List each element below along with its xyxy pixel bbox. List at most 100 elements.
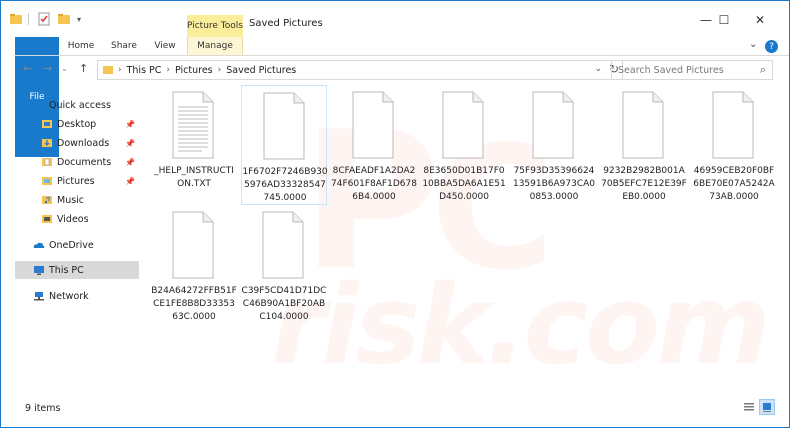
tab-share[interactable]: Share bbox=[105, 37, 143, 55]
breadcrumb-separator-icon: › bbox=[118, 65, 122, 75]
details-view-button[interactable] bbox=[741, 399, 757, 415]
blank-file-icon bbox=[442, 91, 484, 159]
documents-folder-icon bbox=[42, 158, 52, 166]
file-name: 8CFAEADF1A2DA274F601F8AF1D6786B4.0000 bbox=[331, 166, 417, 202]
file-item-encrypted-3[interactable]: 8E3650D01B17F010BBA5DA6A1E51D450.0000 bbox=[421, 85, 507, 205]
quick-access-toolbar: ▾ bbox=[9, 11, 81, 27]
ribbon-tabs: File Home Share View Manage ⌄ ? bbox=[1, 37, 789, 157]
sidebar-item-label: Pictures bbox=[57, 175, 95, 187]
recent-locations-chevron-icon[interactable]: ⌄ bbox=[61, 64, 68, 73]
folder-path-icon bbox=[103, 66, 113, 74]
sidebar-item-label: Documents bbox=[57, 156, 112, 168]
back-arrow-icon[interactable]: ← bbox=[23, 62, 32, 75]
tab-manage[interactable]: Manage bbox=[187, 37, 243, 55]
navigation-pane: Quick access Desktop 📌 Downloads 📌 Docum… bbox=[15, 91, 139, 391]
file-item-encrypted-4[interactable]: 75F93D3539662413591B6A973CA00853.0000 bbox=[511, 85, 597, 205]
file-name: 8E3650D01B17F010BBA5DA6A1E51D450.0000 bbox=[422, 166, 506, 202]
sidebar-item-videos[interactable]: Videos bbox=[41, 210, 139, 228]
pin-icon: 📌 bbox=[125, 138, 135, 148]
blank-file-icon bbox=[712, 91, 754, 159]
sidebar-item-label: Network bbox=[49, 290, 89, 302]
file-item-encrypted-2[interactable]: 8CFAEADF1A2DA274F601F8AF1D6786B4.0000 bbox=[331, 85, 417, 205]
file-name: 9232B2982B001A70B5EFC7E12E39FEB0.0000 bbox=[601, 166, 687, 202]
star-icon bbox=[34, 100, 44, 110]
pin-icon: 📌 bbox=[125, 119, 135, 129]
search-input[interactable]: Search Saved Pictures ⌕ bbox=[611, 60, 773, 80]
file-name: 46959CEB20F0BF6BE70E07A5242A73AB.0000 bbox=[693, 166, 775, 202]
customize-toolbar-chevron-icon[interactable]: ▾ bbox=[77, 15, 81, 24]
music-folder-icon bbox=[42, 196, 52, 204]
pin-icon: 📌 bbox=[125, 157, 135, 167]
sidebar-item-label: Videos bbox=[57, 213, 89, 225]
large-icons-view-button[interactable] bbox=[759, 399, 775, 415]
file-name: _HELP_INSTRUCTION.TXT bbox=[154, 166, 234, 189]
breadcrumb-separator-icon: › bbox=[217, 65, 222, 75]
sidebar-item-onedrive[interactable]: OneDrive bbox=[33, 236, 133, 254]
status-item-count: 9 items bbox=[25, 403, 61, 414]
downloads-folder-icon bbox=[42, 139, 52, 147]
file-name: 75F93D3539662413591B6A973CA00853.0000 bbox=[512, 166, 596, 202]
close-button[interactable]: ✕ bbox=[745, 9, 775, 31]
navigation-bar: ← → ⌄ ↑ › This PC › Pictures › Saved Pic… bbox=[15, 58, 789, 80]
sidebar-item-label: Quick access bbox=[49, 99, 111, 111]
details-view-icon bbox=[744, 403, 754, 411]
help-icon[interactable]: ? bbox=[765, 40, 778, 53]
forward-arrow-icon[interactable]: → bbox=[43, 62, 52, 75]
expand-ribbon-chevron-icon[interactable]: ⌄ bbox=[749, 39, 757, 50]
sidebar-item-label: Desktop bbox=[57, 118, 97, 130]
pictures-folder-icon bbox=[42, 177, 52, 185]
breadcrumb-separator-icon: › bbox=[166, 65, 171, 75]
sidebar-item-documents[interactable]: Documents 📌 bbox=[41, 153, 139, 171]
blank-file-icon bbox=[172, 211, 214, 279]
network-icon bbox=[34, 292, 44, 301]
blank-file-icon bbox=[262, 211, 304, 279]
sidebar-item-label: Music bbox=[57, 194, 85, 206]
breadcrumb-this-pc[interactable]: This PC bbox=[127, 65, 162, 76]
file-item-encrypted-7[interactable]: B24A64272FFB51FCE1FE8B8D3335363C.0000 bbox=[151, 205, 237, 325]
pin-icon: 📌 bbox=[125, 176, 135, 186]
sidebar-item-downloads[interactable]: Downloads 📌 bbox=[41, 134, 139, 152]
file-item-encrypted-8[interactable]: C39F5CD41D71DCC46B90A1BF20ABC104.0000 bbox=[241, 205, 327, 325]
sidebar-item-pictures[interactable]: Pictures 📌 bbox=[41, 172, 139, 190]
file-name: B24A64272FFB51FCE1FE8B8D3335363C.0000 bbox=[151, 286, 237, 322]
file-name: C39F5CD41D71DCC46B90A1BF20ABC104.0000 bbox=[241, 286, 327, 322]
picture-tools-context-label: Picture Tools bbox=[187, 15, 243, 37]
sidebar-item-desktop[interactable]: Desktop 📌 bbox=[41, 115, 139, 133]
file-name: 1F6702F7246B9305976AD33328547745.0000 bbox=[242, 167, 328, 203]
blank-file-icon bbox=[352, 91, 394, 159]
sidebar-item-label: OneDrive bbox=[49, 239, 94, 251]
maximize-button[interactable]: ☐ bbox=[709, 9, 739, 31]
videos-folder-icon bbox=[42, 215, 52, 223]
blank-file-icon bbox=[532, 91, 574, 159]
title-bar: ▾ Picture Tools Saved Pictures — ☐ ✕ bbox=[1, 1, 789, 37]
file-item-encrypted-1[interactable]: 1F6702F7246B9305976AD33328547745.0000 bbox=[241, 85, 328, 205]
search-placeholder: Search Saved Pictures bbox=[618, 64, 724, 76]
file-item-encrypted-6[interactable]: 46959CEB20F0BF6BE70E07A5242A73AB.0000 bbox=[691, 85, 777, 205]
address-dropdown-chevron-icon[interactable]: ⌄ bbox=[594, 64, 602, 74]
text-file-icon bbox=[172, 91, 214, 159]
file-item-encrypted-5[interactable]: 9232B2982B001A70B5EFC7E12E39FEB0.0000 bbox=[601, 85, 687, 205]
computer-icon bbox=[34, 266, 44, 275]
close-icon: ✕ bbox=[754, 13, 766, 27]
sidebar-item-network[interactable]: Network bbox=[33, 287, 133, 305]
sidebar-item-quick-access[interactable]: Quick access bbox=[33, 96, 133, 114]
window-title: Saved Pictures bbox=[249, 18, 323, 29]
folder-app-icon bbox=[10, 14, 22, 24]
file-item-help-instruction[interactable]: _HELP_INSTRUCTION.TXT bbox=[151, 85, 237, 205]
address-bar[interactable]: › This PC › Pictures › Saved Pictures ⌄ … bbox=[97, 60, 623, 80]
tab-home[interactable]: Home bbox=[63, 37, 99, 55]
desktop-folder-icon bbox=[42, 120, 52, 128]
file-list: _HELP_INSTRUCTION.TXT 1F6702F7246B930597… bbox=[151, 85, 775, 385]
tab-view[interactable]: View bbox=[147, 37, 183, 55]
breadcrumb-pictures[interactable]: Pictures bbox=[175, 65, 213, 76]
maximize-icon: ☐ bbox=[718, 13, 730, 27]
breadcrumb-saved-pictures[interactable]: Saved Pictures bbox=[226, 65, 296, 76]
sidebar-item-music[interactable]: Music bbox=[41, 191, 139, 209]
new-folder-icon[interactable] bbox=[57, 12, 71, 26]
properties-icon[interactable] bbox=[37, 12, 51, 26]
blank-file-icon bbox=[263, 92, 305, 160]
sidebar-item-this-pc[interactable]: This PC bbox=[15, 261, 139, 279]
large-icons-view-icon bbox=[763, 403, 771, 412]
up-arrow-icon[interactable]: ↑ bbox=[79, 62, 88, 75]
sidebar-item-label: This PC bbox=[49, 264, 84, 276]
